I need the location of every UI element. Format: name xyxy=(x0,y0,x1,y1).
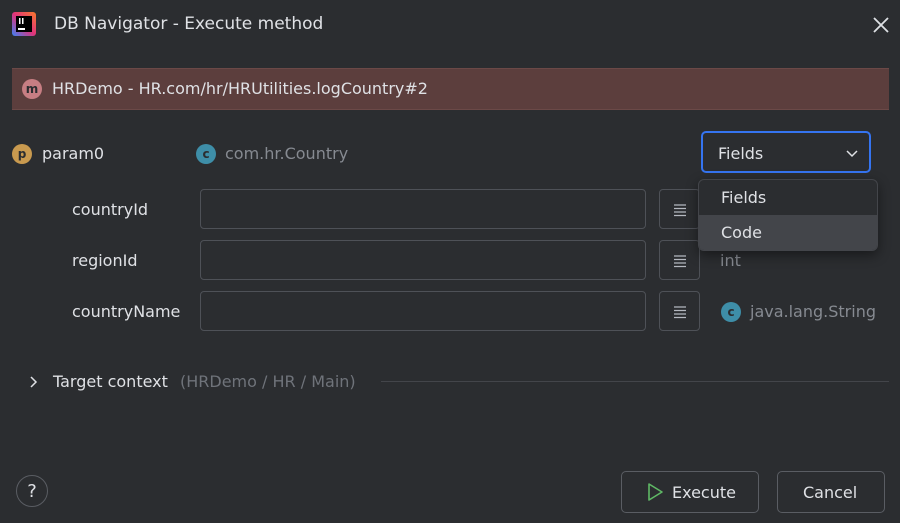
option-label: Fields xyxy=(721,188,767,207)
text-lines-icon xyxy=(674,306,686,319)
countryname-input[interactable] xyxy=(200,291,646,331)
dropdown-option-code[interactable]: Code xyxy=(699,215,877,250)
class-icon: c xyxy=(721,302,741,322)
select-value: Fields xyxy=(718,144,764,163)
chevron-down-icon xyxy=(845,145,859,159)
option-label: Code xyxy=(721,223,762,242)
input-mode-dropdown: Fields Code xyxy=(698,179,878,251)
method-header: m HRDemo - HR.com/hr/HRUtilities.logCoun… xyxy=(12,68,889,110)
help-button[interactable]: ? xyxy=(16,475,48,507)
execute-button[interactable]: Execute xyxy=(621,471,759,513)
dropdown-option-fields[interactable]: Fields xyxy=(699,180,877,215)
countryid-editor-button[interactable] xyxy=(659,189,700,229)
regionid-input[interactable] xyxy=(200,240,646,280)
window-title: DB Navigator - Execute method xyxy=(54,14,324,34)
target-context-toggle[interactable]: Target context xyxy=(53,372,168,391)
parameter-icon: p xyxy=(12,144,32,164)
field-label-countryid: countryId xyxy=(72,200,149,219)
class-icon: c xyxy=(196,144,216,164)
cancel-label: Cancel xyxy=(803,483,858,502)
cancel-button[interactable]: Cancel xyxy=(777,471,885,513)
help-icon: ? xyxy=(27,481,37,502)
method-signature: HRDemo - HR.com/hr/HRUtilities.logCountr… xyxy=(52,79,428,98)
countryname-editor-button[interactable] xyxy=(659,291,700,331)
run-icon xyxy=(648,483,663,501)
countryname-type: java.lang.String xyxy=(750,302,876,321)
regionid-editor-button[interactable] xyxy=(659,240,700,280)
field-label-regionid: regionId xyxy=(72,251,138,270)
field-label-countryname: countryName xyxy=(72,302,181,321)
method-icon: m xyxy=(22,79,42,99)
chevron-right-icon[interactable] xyxy=(27,374,41,388)
execute-label: Execute xyxy=(672,483,736,502)
text-lines-icon xyxy=(674,255,686,268)
divider xyxy=(381,381,889,382)
regionid-type: int xyxy=(720,251,741,270)
param-type: com.hr.Country xyxy=(225,144,349,163)
app-logo-icon xyxy=(12,12,36,36)
text-lines-icon xyxy=(674,204,686,217)
countryid-input[interactable] xyxy=(200,189,646,229)
close-icon[interactable] xyxy=(868,12,894,38)
input-mode-select[interactable]: Fields xyxy=(701,131,871,173)
param-name: param0 xyxy=(42,144,105,163)
target-context-detail: (HRDemo / HR / Main) xyxy=(180,372,356,391)
